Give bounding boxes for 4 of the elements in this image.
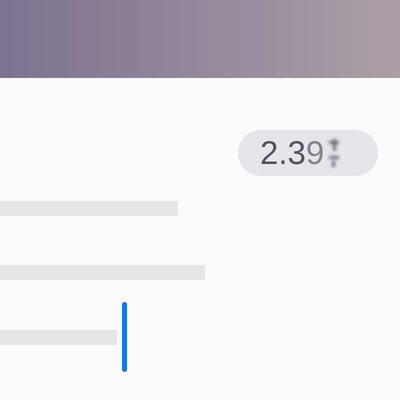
rolling-digit-icon: [328, 139, 340, 167]
text-cursor: [122, 302, 127, 372]
rolling-digit: 9: [306, 133, 324, 173]
value-text: 2.3: [260, 133, 306, 173]
